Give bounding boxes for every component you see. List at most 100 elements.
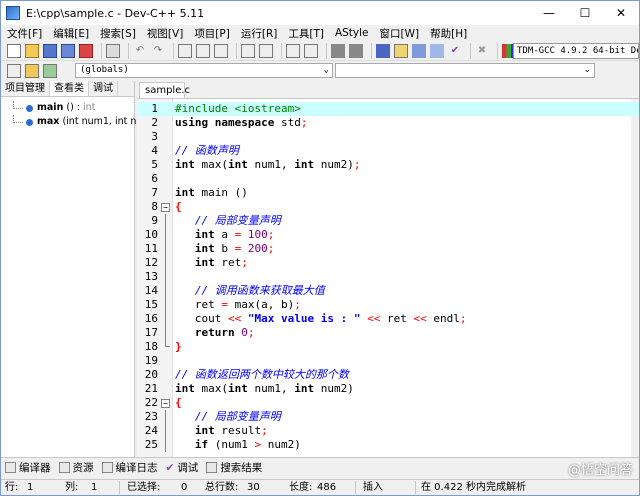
toolbar-separator [371, 42, 372, 59]
menu-project[interactable]: 项目[P] [188, 26, 235, 41]
tab-search-results[interactable]: 搜索结果 [206, 460, 262, 475]
code-line[interactable]: 14 // 调用函数来获取最大值 [137, 284, 639, 298]
menu-tools[interactable]: 工具[T] [282, 26, 329, 41]
code-line[interactable]: 8−{ [137, 200, 639, 214]
code-line[interactable]: 3 [137, 130, 639, 144]
code-line[interactable]: 13 [137, 270, 639, 284]
class-tree-item[interactable]: main () : int [1, 101, 134, 115]
code-line[interactable]: 18} [137, 340, 639, 354]
code-line[interactable]: 12 int ret; [137, 256, 639, 270]
menu-search[interactable]: 搜索[S] [94, 26, 141, 41]
redo-icon[interactable]: ↷ [151, 44, 165, 58]
tab-compile-log[interactable]: 编译日志 [101, 460, 158, 475]
status-col: 1 [91, 482, 98, 493]
undo-icon[interactable]: ↶ [133, 44, 147, 58]
code-text: // 局部变量声明 [175, 214, 281, 227]
code-line[interactable]: 2 using namespace std; [137, 116, 639, 130]
fold-collapse-icon[interactable]: − [161, 399, 170, 408]
rebuild-icon[interactable] [430, 43, 444, 58]
replace-icon[interactable] [196, 43, 210, 58]
tab-compiler[interactable]: 编译器 [5, 460, 51, 475]
compile-run-icon[interactable] [412, 43, 426, 58]
open-file-icon[interactable] [25, 43, 39, 58]
menu-run[interactable]: 运行[R] [235, 26, 283, 41]
tree-connector [13, 115, 23, 123]
compile-icon[interactable] [376, 43, 390, 58]
scope-dropdown[interactable]: (globals) ⌄ [75, 63, 333, 78]
code-text: return 0; [194, 326, 255, 339]
code-line[interactable]: 24 int result; [137, 424, 639, 438]
minimize-button[interactable]: — [531, 1, 567, 25]
code-line[interactable]: 1 #include <iostream> [137, 102, 639, 116]
indent-icon[interactable] [331, 43, 345, 58]
menu-file[interactable]: 文件[F] [1, 26, 47, 41]
new-project-icon[interactable] [286, 43, 300, 58]
tab-compile-log-label: 编译日志 [115, 462, 158, 474]
line-number: 25 [144, 438, 158, 451]
code-line[interactable]: 17 return 0; [137, 326, 639, 340]
code-line[interactable]: 5 int max(int num1, int num2); [137, 158, 639, 172]
syntax-check-icon[interactable]: ✔ [448, 44, 462, 58]
tab-compiler-label: 编译器 [19, 462, 51, 474]
save-all-icon[interactable] [61, 43, 75, 58]
fold-guide-line [165, 298, 166, 312]
bookmark-icon[interactable] [259, 43, 273, 58]
fold-end-marker [165, 340, 170, 347]
line-number: 4 [151, 144, 158, 157]
menu-view[interactable]: 视图[V] [141, 26, 188, 41]
menu-help[interactable]: 帮助[H] [424, 26, 472, 41]
add-to-project-icon[interactable] [304, 43, 318, 58]
code-line[interactable]: 20 // 函数返回两个数中较大的那个数 [137, 368, 639, 382]
scope-value: (globals) [80, 65, 129, 75]
run-icon[interactable] [394, 43, 408, 58]
find-in-files-icon[interactable] [214, 43, 228, 58]
line-number: 3 [151, 130, 158, 143]
goto-bookmark-icon[interactable] [43, 64, 57, 78]
code-line[interactable]: 15 ret = max(a, b); [137, 298, 639, 312]
tab-debug-output[interactable]: ✔ 调试 [166, 460, 199, 475]
code-line[interactable]: 10 int a = 100; [137, 228, 639, 242]
code-text: int b = 200; [194, 242, 275, 255]
stop-icon[interactable]: ✖ [475, 44, 489, 58]
code-text: int max(int num1, int num2) [175, 382, 354, 395]
code-line[interactable]: 25 if (num1 > num2) [137, 438, 639, 452]
code-line[interactable]: 9 // 局部变量声明 [137, 214, 639, 228]
editor-tab-sample[interactable]: sample.c [139, 82, 190, 98]
menu-astyle[interactable]: AStyle [329, 27, 374, 39]
goto-line-icon[interactable] [241, 43, 255, 58]
function-dropdown[interactable]: ⌄ [335, 63, 595, 78]
tab-debug[interactable]: 调试 [89, 81, 118, 96]
close-button[interactable]: ✕ [603, 1, 639, 25]
find-icon[interactable] [178, 43, 192, 58]
tab-project-manager[interactable]: 项目管理 [1, 81, 50, 96]
code-line[interactable]: 7 int main () [137, 186, 639, 200]
line-number: 9 [151, 214, 158, 227]
tab-class-browser[interactable]: 查看类 [50, 81, 89, 96]
code-line[interactable]: 11 int b = 200; [137, 242, 639, 256]
insert-icon[interactable] [7, 64, 21, 78]
menu-edit[interactable]: 编辑[E] [47, 26, 94, 41]
code-editor[interactable]: 1 #include <iostream> 2 using namespace std… [137, 98, 639, 457]
left-panel-tabs: 项目管理 查看类 调试 [1, 81, 134, 97]
print-icon[interactable] [106, 43, 120, 58]
menu-window[interactable]: 窗口[W] [374, 26, 425, 41]
code-line[interactable]: 21 int max(int num1, int num2) [137, 382, 639, 396]
tab-resources[interactable]: 资源 [58, 460, 94, 475]
new-file-icon[interactable] [7, 43, 21, 58]
code-line[interactable]: 22−{ [137, 396, 639, 410]
unindent-icon[interactable] [349, 43, 363, 58]
close-file-icon[interactable] [79, 43, 93, 58]
code-line[interactable]: 23 // 局部变量声明 [137, 410, 639, 424]
code-line[interactable]: 6 [137, 172, 639, 186]
class-tree-item[interactable]: max (int num1, int num2) [1, 115, 161, 129]
compiler-select[interactable]: TDM-GCC 4.9.2 64-bit Debug [513, 43, 639, 59]
toggle-bookmark-icon[interactable] [25, 64, 39, 78]
save-icon[interactable] [43, 43, 57, 58]
maximize-button[interactable]: ☐ [567, 1, 603, 25]
code-text: ret = max(a, b); [175, 298, 301, 311]
fold-collapse-icon[interactable]: − [161, 203, 170, 212]
code-line[interactable]: 19 [137, 354, 639, 368]
code-text: int a = 100; [194, 228, 275, 241]
code-line[interactable]: 16 cout << "Max value is : " << ret << e… [137, 312, 639, 326]
code-line[interactable]: 4 // 函数声明 [137, 144, 639, 158]
